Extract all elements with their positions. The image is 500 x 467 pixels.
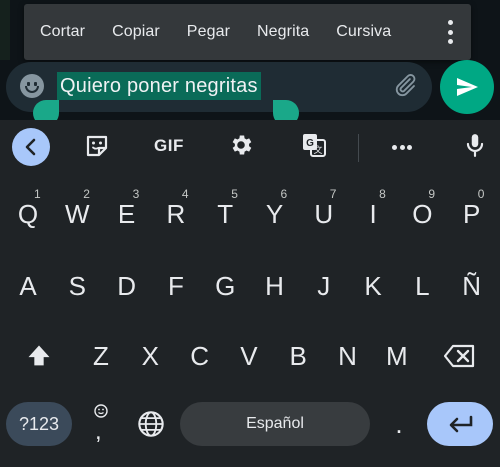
key-hint-2: 2: [83, 187, 90, 201]
key-u[interactable]: U: [304, 192, 344, 236]
comma-emoji-key[interactable]: ,: [81, 402, 121, 446]
key-n[interactable]: N: [328, 334, 368, 378]
menu-item-paste[interactable]: Pegar: [187, 23, 230, 41]
key-m[interactable]: M: [377, 334, 417, 378]
key-v[interactable]: V: [229, 334, 269, 378]
key-hint-5: 5: [231, 187, 238, 201]
key-hint-6: 6: [280, 187, 288, 201]
svg-text:文: 文: [313, 144, 322, 155]
key-j[interactable]: J: [304, 264, 344, 308]
key-hint-0: 0: [477, 187, 485, 201]
key-d[interactable]: D: [107, 264, 147, 308]
on-screen-keyboard: GIF G 文 Q1W2E3R4T5Y6U7I8O9P0 ASDFGHJKLÑ …: [0, 120, 500, 467]
toolbar-collapse-button[interactable]: [12, 128, 50, 166]
send-icon: [457, 78, 478, 96]
key-c[interactable]: C: [180, 334, 220, 378]
shift-key[interactable]: [19, 334, 59, 378]
key-b[interactable]: B: [278, 334, 318, 378]
key-w[interactable]: W: [57, 192, 97, 236]
key-hint-8: 8: [379, 187, 386, 201]
backspace-icon: [443, 344, 475, 368]
key-e[interactable]: E: [107, 192, 147, 236]
key-l[interactable]: L: [402, 264, 442, 308]
key-g[interactable]: G: [205, 264, 245, 308]
key-s[interactable]: S: [57, 264, 97, 308]
send-button[interactable]: [440, 60, 494, 114]
translate-icon[interactable]: G 文: [301, 132, 331, 162]
key-hint-7: 7: [329, 187, 337, 201]
microphone-icon[interactable]: [462, 132, 492, 162]
key-hint-9: 9: [428, 187, 436, 201]
chevron-left-icon: [25, 138, 36, 156]
key-i[interactable]: I: [353, 192, 393, 236]
more-options-icon[interactable]: [447, 20, 453, 44]
key-k[interactable]: K: [353, 264, 393, 308]
more-options-icon[interactable]: [392, 145, 412, 150]
globe-icon: [138, 411, 164, 437]
key-q[interactable]: Q: [8, 192, 48, 236]
enter-icon: [449, 415, 473, 433]
key-o[interactable]: O: [402, 192, 442, 236]
key-p[interactable]: P: [452, 192, 492, 236]
comma-label: ,: [95, 418, 102, 445]
key-y[interactable]: Y: [255, 192, 295, 236]
key-hint-4: 4: [181, 187, 189, 201]
paperclip-icon[interactable]: [392, 72, 418, 98]
text-selection-menu: Cortar Copiar Pegar Negrita Cursiva: [24, 4, 471, 60]
key-a[interactable]: A: [8, 264, 48, 308]
language-key[interactable]: [131, 402, 171, 446]
gear-icon[interactable]: [228, 132, 258, 162]
key-r[interactable]: R: [156, 192, 196, 236]
enter-key[interactable]: [427, 402, 493, 446]
period-key[interactable]: .: [379, 402, 419, 446]
key-f[interactable]: F: [156, 264, 196, 308]
backspace-key[interactable]: [438, 334, 482, 378]
toolbar-divider: [358, 134, 359, 162]
menu-item-cut[interactable]: Cortar: [40, 23, 85, 41]
menu-item-italic[interactable]: Cursiva: [336, 23, 391, 41]
key-x[interactable]: X: [130, 334, 170, 378]
selected-message-text[interactable]: Quiero poner negritas: [57, 72, 261, 100]
menu-item-copy[interactable]: Copiar: [112, 23, 160, 41]
sticker-icon[interactable]: [83, 132, 113, 162]
gif-button[interactable]: GIF: [154, 136, 184, 156]
key-z[interactable]: Z: [81, 334, 121, 378]
key-t[interactable]: T: [205, 192, 245, 236]
space-key[interactable]: Español: [180, 402, 370, 446]
key-hint-1: 1: [34, 187, 41, 201]
menu-item-bold[interactable]: Negrita: [257, 23, 309, 41]
symbols-key[interactable]: ?123: [6, 402, 72, 446]
shift-icon: [28, 345, 50, 366]
key-hint-3: 3: [132, 187, 140, 201]
key-h[interactable]: H: [255, 264, 295, 308]
key-ñ[interactable]: Ñ: [452, 264, 492, 308]
